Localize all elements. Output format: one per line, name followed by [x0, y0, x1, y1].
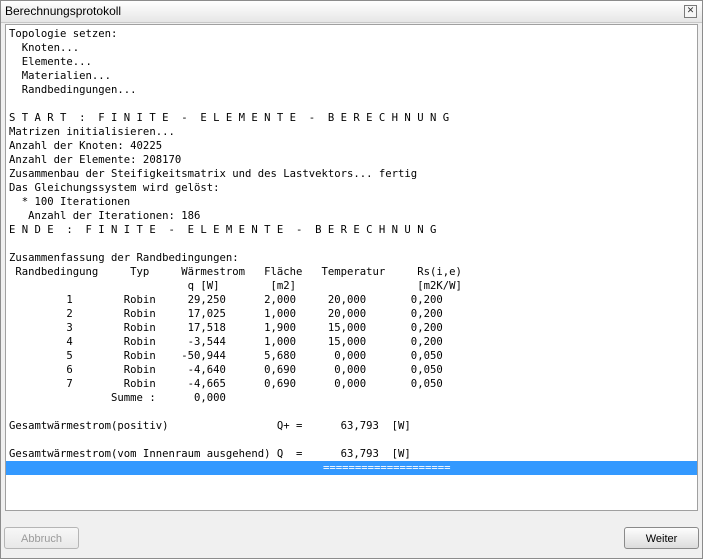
- log-line: 5 Robin -50,944 5,680 0,000 0,050: [9, 350, 443, 362]
- log-line: S T A R T : F I N I T E - E L E M E N T …: [9, 112, 450, 124]
- separator-text: ====================: [323, 462, 451, 474]
- log-line: 6 Robin -4,640 0,690 0,000 0,050: [9, 364, 443, 376]
- log-line: 2 Robin 17,025 1,000 20,000 0,200: [9, 308, 443, 320]
- window-title: Berechnungsprotokoll: [5, 4, 122, 18]
- protocol-window: Berechnungsprotokoll ✕ Topologie setzen:…: [0, 0, 703, 559]
- protocol-log[interactable]: Topologie setzen: Knoten... Elemente... …: [5, 24, 698, 511]
- log-line: Materialien...: [9, 70, 112, 82]
- log-line: Gesamtwärmestrom(vom Innenraum ausgehend…: [9, 448, 411, 460]
- selected-log-line[interactable]: ====================: [6, 461, 697, 475]
- log-line: Elemente...: [9, 56, 92, 68]
- log-line: Anzahl der Elemente: 208170: [9, 154, 182, 166]
- log-line: q [W] [m2] [m2K/W]: [9, 280, 462, 292]
- log-line: Anzahl der Iterationen: 186: [9, 210, 201, 222]
- log-line: Zusammenfassung der Randbedingungen:: [9, 252, 239, 264]
- log-line: 7 Robin -4,665 0,690 0,000 0,050: [9, 378, 443, 390]
- log-line: E N D E : F I N I T E - E L E M E N T E …: [9, 224, 437, 236]
- log-line: Das Gleichungssystem wird gelöst:: [9, 182, 220, 194]
- abbruch-button[interactable]: Abbruch: [4, 527, 79, 549]
- title-bar: Berechnungsprotokoll ✕: [1, 1, 702, 23]
- log-line: Gesamtwärmestrom(positiv) Q+ = 63,793 [W…: [9, 420, 411, 432]
- log-line: * 100 Iterationen: [9, 196, 131, 208]
- log-line: Summe : 0,000: [9, 392, 226, 404]
- log-line: Zusammenbau der Steifigkeitsmatrix und d…: [9, 168, 418, 180]
- log-line: Knoten...: [9, 42, 80, 54]
- log-line: Topologie setzen:: [9, 28, 118, 40]
- log-line: Matrizen initialisieren...: [9, 126, 175, 138]
- log-content: Topologie setzen: Knoten... Elemente... …: [6, 27, 697, 475]
- log-line: Randbedingungen...: [9, 84, 137, 96]
- log-line: 4 Robin -3,544 1,000 15,000 0,200: [9, 336, 443, 348]
- log-line: 1 Robin 29,250 2,000 20,000 0,200: [9, 294, 443, 306]
- log-line: 3 Robin 17,518 1,900 15,000 0,200: [9, 322, 443, 334]
- close-icon[interactable]: ✕: [684, 5, 697, 18]
- weiter-button[interactable]: Weiter: [624, 527, 699, 549]
- log-line: Randbedingung Typ Wärmestrom Fläche Temp…: [9, 266, 462, 278]
- log-line: Anzahl der Knoten: 40225: [9, 140, 163, 152]
